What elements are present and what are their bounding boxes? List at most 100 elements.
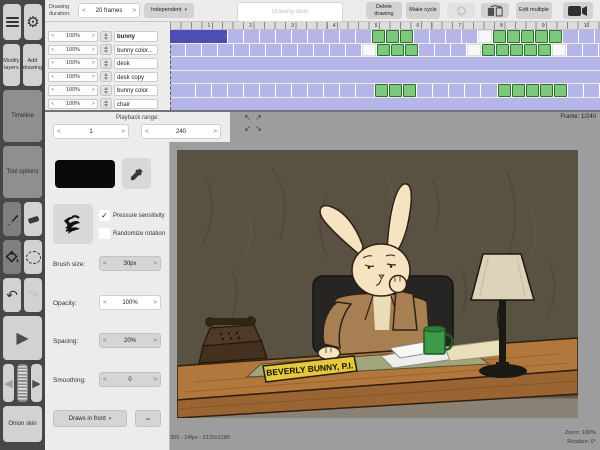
increment-icon[interactable]: > [92, 87, 95, 93]
increment-icon[interactable]: > [92, 60, 95, 66]
drawing-canvas[interactable]: BEVERLY BUNNY, P.I. [177, 150, 578, 418]
frame-cell[interactable] [563, 30, 579, 43]
marked-frame-cell[interactable] [521, 30, 534, 43]
layer-reorder-button[interactable] [100, 31, 112, 42]
timeline-track[interactable]: → [170, 30, 600, 43]
frame-cell[interactable] [481, 84, 498, 97]
frame-cell[interactable] [170, 98, 600, 111]
timeline-track[interactable] [170, 84, 600, 97]
increment-icon[interactable]: > [153, 376, 157, 383]
decrement-icon[interactable]: < [82, 7, 86, 14]
frame-cell[interactable] [170, 71, 600, 84]
marked-frame-cell[interactable] [535, 30, 548, 43]
increment-icon[interactable]: > [153, 299, 157, 306]
empty-frame-cell[interactable] [362, 44, 376, 57]
edit-multiple-button[interactable]: Edit multiple [516, 2, 552, 19]
playhead[interactable] [170, 30, 171, 110]
layer-reorder-button[interactable] [100, 71, 112, 82]
frame-cell[interactable] [324, 30, 340, 43]
layer-opacity-stepper[interactable]: <100%> [48, 85, 98, 96]
smoothing-stepper[interactable]: < 0 > [99, 372, 161, 387]
frame-cell[interactable] [308, 84, 324, 97]
modify-layers-button[interactable]: Modify layers [3, 44, 20, 86]
timeline-track[interactable] [170, 57, 600, 70]
marked-frame-cell[interactable] [498, 84, 511, 97]
marked-frame-cell[interactable] [493, 30, 506, 43]
decrement-icon[interactable]: < [51, 60, 54, 66]
decrement-icon[interactable]: < [51, 33, 54, 39]
tool-options-panel-button[interactable]: Tool options [3, 146, 42, 198]
layer-name-field[interactable]: chair [114, 99, 158, 110]
marked-frame-cell[interactable] [510, 44, 523, 57]
layer-reorder-button[interactable] [100, 44, 112, 55]
previous-frame-button[interactable]: ◀ [3, 364, 14, 402]
marked-frame-cell[interactable] [540, 84, 553, 97]
increment-icon[interactable]: > [153, 337, 157, 344]
frame-cell[interactable] [228, 30, 244, 43]
marked-frame-cell[interactable] [372, 30, 385, 43]
add-drawing-button[interactable]: Add drawing [23, 44, 42, 86]
marked-frame-cell[interactable] [405, 44, 418, 57]
frame-cell[interactable] [435, 44, 451, 57]
layer-opacity-stepper[interactable]: <100%> [48, 45, 98, 56]
frame-cell[interactable] [314, 44, 330, 57]
onion-skin-button[interactable]: Onion skin [3, 406, 42, 442]
brush-texture-button[interactable] [53, 204, 93, 244]
decrement-icon[interactable]: < [145, 128, 149, 135]
randomize-rotation-checkbox[interactable]: Randomize rotation [99, 228, 165, 239]
frame-cell[interactable] [170, 84, 196, 97]
frame-cell[interactable] [244, 84, 260, 97]
layer-reorder-button[interactable] [100, 85, 112, 96]
lasso-tool-button[interactable] [24, 240, 42, 274]
layer-opacity-stepper[interactable]: <100%> [48, 31, 98, 42]
decrement-icon[interactable]: < [103, 260, 107, 267]
decrement-icon[interactable]: < [51, 87, 54, 93]
frame-cell[interactable] [308, 30, 324, 43]
frame-cell[interactable] [170, 57, 600, 70]
decrement-icon[interactable]: < [103, 376, 107, 383]
frame-cell[interactable] [417, 84, 433, 97]
frame-cell[interactable] [212, 84, 228, 97]
playback-end-stepper[interactable]: < 240 > [141, 124, 221, 139]
marked-frame-cell[interactable] [375, 84, 388, 97]
marked-frame-cell[interactable] [524, 44, 537, 57]
frame-cell[interactable] [298, 44, 314, 57]
delete-drawing-button[interactable]: Delete drawing [366, 2, 402, 19]
frame-cell[interactable] [346, 44, 362, 57]
increment-icon[interactable]: > [121, 128, 125, 135]
increment-icon[interactable]: > [92, 47, 95, 53]
layer-opacity-stepper[interactable]: <100%> [48, 72, 98, 83]
frame-cell[interactable] [356, 84, 375, 97]
frame-cell[interactable] [465, 84, 481, 97]
brush-tool-button[interactable] [3, 202, 21, 236]
frame-cell[interactable] [292, 84, 308, 97]
draws-in-front-dropdown[interactable]: Draws in front ▾ [53, 410, 127, 427]
marked-frame-cell[interactable] [512, 84, 525, 97]
increment-icon[interactable]: > [92, 74, 95, 80]
decrement-icon[interactable]: < [51, 47, 54, 53]
layer-name-field[interactable]: desk [114, 58, 158, 69]
frame-cell[interactable] [202, 44, 218, 57]
marked-frame-cell[interactable] [482, 44, 495, 57]
frame-cell[interactable] [250, 44, 266, 57]
increment-icon[interactable]: > [132, 7, 136, 14]
checkmark-icon[interactable]: ✓ [99, 210, 110, 221]
spacing-stepper[interactable]: < 20% > [99, 333, 161, 348]
marked-frame-cell[interactable] [400, 30, 413, 43]
playback-start-stepper[interactable]: < 1 > [53, 124, 129, 139]
layer-name-field[interactable]: desk copy [114, 72, 158, 83]
frame-cell[interactable] [595, 30, 600, 43]
empty-frame-cell[interactable] [552, 44, 566, 57]
decrement-icon[interactable]: < [51, 74, 54, 80]
decrement-icon[interactable]: < [51, 101, 54, 107]
increment-icon[interactable]: > [92, 33, 95, 39]
play-button[interactable]: ▶ [3, 316, 42, 360]
marked-frame-cell[interactable] [538, 44, 551, 57]
frame-cell[interactable] [356, 30, 372, 43]
marked-frame-cell[interactable] [391, 44, 404, 57]
frame-cell[interactable] [568, 84, 584, 97]
frame-cell[interactable] [260, 84, 276, 97]
increment-icon[interactable]: > [213, 128, 217, 135]
frame-cell[interactable] [292, 30, 308, 43]
frame-cell[interactable] [260, 30, 276, 43]
